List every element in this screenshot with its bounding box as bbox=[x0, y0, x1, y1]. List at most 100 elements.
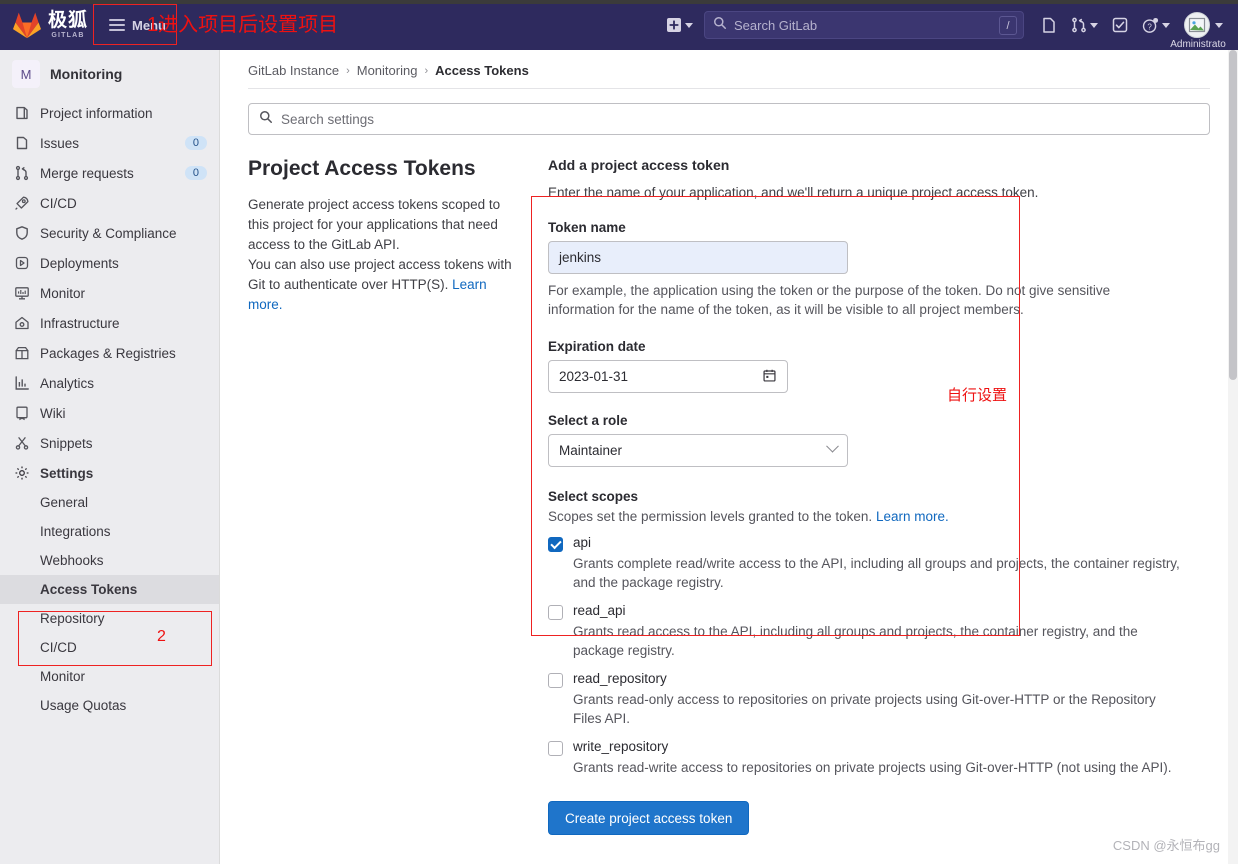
navbar-right-group: Search GitLab / ? Administrato bbox=[659, 0, 1238, 50]
sidebar-item-merge-requests[interactable]: Merge requests 0 bbox=[0, 158, 219, 188]
select-scopes-title: Select scopes bbox=[548, 489, 639, 504]
select-scopes-subtitle: Scopes set the permission levels granted… bbox=[548, 509, 1210, 524]
help-nav-button[interactable]: ? bbox=[1135, 7, 1177, 43]
main-menu-button[interactable]: Menu bbox=[100, 12, 175, 39]
sidebar-item-wiki[interactable]: Wiki bbox=[0, 398, 219, 428]
scopes-learn-more-link[interactable]: Learn more. bbox=[876, 509, 949, 524]
sidebar-item-packages-registries[interactable]: Packages & Registries bbox=[0, 338, 219, 368]
menu-button-label: Menu bbox=[132, 17, 166, 33]
issues-count-badge: 0 bbox=[184, 136, 207, 150]
rocket-icon bbox=[14, 195, 30, 211]
search-shortcut-hint: / bbox=[999, 16, 1017, 35]
app-root: 极狐 GITLAB Menu Search GitLab / ? Adminis… bbox=[0, 0, 1238, 864]
sidebar-subitem-usage-quotas[interactable]: Usage Quotas bbox=[0, 691, 219, 720]
scope-label-write-repository: write_repository bbox=[573, 739, 669, 754]
scope-checkbox-write-repository[interactable] bbox=[548, 741, 563, 756]
brand-wordmark: 极狐 GITLAB bbox=[48, 11, 88, 39]
breadcrumb-item-instance[interactable]: GitLab Instance bbox=[248, 63, 339, 78]
scope-row-api: api Grants complete read/write access to… bbox=[548, 535, 1210, 592]
sidebar-item-security-compliance[interactable]: Security & Compliance bbox=[0, 218, 219, 248]
scope-label-read-repository: read_repository bbox=[573, 671, 667, 686]
sidebar-item-snippets[interactable]: Snippets bbox=[0, 428, 219, 458]
main-content: GitLab Instance › Monitoring › Access To… bbox=[220, 50, 1238, 864]
expiration-date-input[interactable]: 2023-01-31 bbox=[548, 360, 788, 393]
scope-head: write_repository bbox=[548, 739, 1210, 756]
scope-description-read-repository: Grants read-only access to repositories … bbox=[573, 692, 1156, 726]
settings-search-placeholder: Search settings bbox=[281, 111, 375, 127]
global-search-input[interactable]: Search GitLab / bbox=[704, 11, 1024, 39]
monitor-icon bbox=[14, 285, 30, 301]
merge-requests-icon bbox=[14, 165, 30, 181]
calendar-icon[interactable] bbox=[762, 368, 777, 386]
sidebar-item-deployments[interactable]: Deployments bbox=[0, 248, 219, 278]
token-name-value: jenkins bbox=[559, 250, 602, 265]
sidebar-item-label: Security & Compliance bbox=[40, 225, 177, 241]
form-subtitle: Enter the name of your application, and … bbox=[548, 185, 1039, 200]
sidebar-item-label: Infrastructure bbox=[40, 315, 120, 331]
token-name-input[interactable]: jenkins bbox=[548, 241, 848, 274]
form-title: Add a project access token bbox=[548, 157, 730, 173]
sidebar-subitem-monitor[interactable]: Monitor bbox=[0, 662, 219, 691]
issues-icon bbox=[1041, 17, 1057, 34]
scope-description-write-repository: Grants read-write access to repositories… bbox=[573, 760, 1172, 775]
breadcrumb-item-project[interactable]: Monitoring bbox=[357, 63, 418, 78]
breadcrumb: GitLab Instance › Monitoring › Access To… bbox=[220, 50, 1238, 78]
user-menu-button[interactable]: Administrato bbox=[1170, 7, 1230, 50]
token-name-label: Token name bbox=[548, 220, 626, 235]
sidebar-item-issues[interactable]: Issues 0 bbox=[0, 128, 219, 158]
add-token-form: Add a project access token Enter the nam… bbox=[548, 157, 1210, 835]
sidebar-item-label: CI/CD bbox=[40, 195, 77, 211]
issues-nav-button[interactable] bbox=[1034, 7, 1064, 43]
project-info-icon bbox=[14, 105, 30, 121]
sidebar-subitem-integrations[interactable]: Integrations bbox=[0, 517, 219, 546]
scope-description-read-api: Grants read access to the API, including… bbox=[573, 624, 1138, 658]
scope-head: api bbox=[548, 535, 1210, 552]
scope-checkbox-read-repository[interactable] bbox=[548, 673, 563, 688]
issues-icon bbox=[14, 135, 30, 151]
todos-nav-button[interactable] bbox=[1105, 7, 1135, 43]
plus-square-icon bbox=[666, 17, 682, 33]
sidebar-item-label: Wiki bbox=[40, 405, 66, 421]
breadcrumb-item-current: Access Tokens bbox=[435, 63, 529, 78]
shield-icon bbox=[14, 225, 30, 241]
sidebar-item-cicd[interactable]: CI/CD bbox=[0, 188, 219, 218]
sidebar-item-infrastructure[interactable]: Infrastructure bbox=[0, 308, 219, 338]
sidebar-item-settings[interactable]: Settings bbox=[0, 458, 219, 488]
sidebar-item-label: Issues bbox=[40, 135, 80, 151]
sidebar-item-label: Project information bbox=[40, 105, 153, 121]
sidebar-subitem-access-tokens[interactable]: Access Tokens bbox=[0, 575, 219, 604]
wiki-book-icon bbox=[14, 405, 30, 421]
sidebar-subitem-webhooks[interactable]: Webhooks bbox=[0, 546, 219, 575]
sidebar-project-header[interactable]: M Monitoring bbox=[0, 50, 219, 96]
scope-description-api: Grants complete read/write access to the… bbox=[573, 556, 1180, 590]
gitlab-fox-icon bbox=[12, 11, 42, 39]
scrollbar-thumb[interactable] bbox=[1229, 50, 1237, 380]
merge-requests-nav-button[interactable] bbox=[1064, 7, 1105, 43]
scope-checkbox-api[interactable] bbox=[548, 537, 563, 552]
vertical-scrollbar[interactable] bbox=[1228, 50, 1238, 864]
create-project-access-token-button[interactable]: Create project access token bbox=[548, 801, 750, 835]
scope-checkbox-read-api[interactable] bbox=[548, 605, 563, 620]
scope-label-api: api bbox=[573, 535, 592, 550]
sidebar-item-label: Monitor bbox=[40, 285, 86, 301]
help-question-icon: ? bbox=[1142, 17, 1159, 34]
sidebar-item-monitor[interactable]: Monitor bbox=[0, 278, 219, 308]
role-select[interactable]: Maintainer bbox=[548, 434, 848, 467]
search-icon bbox=[713, 16, 727, 35]
scope-head: read_repository bbox=[548, 671, 1210, 688]
settings-search-input[interactable]: Search settings bbox=[248, 103, 1210, 135]
sidebar-item-analytics[interactable]: Analytics bbox=[0, 368, 219, 398]
scope-label-read-api: read_api bbox=[573, 603, 626, 618]
sidebar-subitem-general[interactable]: General bbox=[0, 488, 219, 517]
gitlab-brand-logo[interactable]: 极狐 GITLAB bbox=[0, 0, 88, 50]
settings-section: Project Access Tokens Generate project a… bbox=[220, 135, 1238, 835]
snippets-scissors-icon bbox=[14, 435, 30, 451]
sidebar-item-label: Snippets bbox=[40, 435, 93, 451]
watermark: CSDN @永恒布gg bbox=[1112, 838, 1220, 853]
sidebar-item-label: Analytics bbox=[40, 375, 95, 391]
sidebar-subitem-cicd[interactable]: CI/CD bbox=[0, 633, 219, 662]
sidebar-subitem-repository[interactable]: Repository bbox=[0, 604, 219, 633]
chevron-down-icon bbox=[1162, 22, 1170, 28]
sidebar-item-project-information[interactable]: Project information bbox=[0, 98, 219, 128]
create-new-button[interactable] bbox=[659, 7, 700, 43]
